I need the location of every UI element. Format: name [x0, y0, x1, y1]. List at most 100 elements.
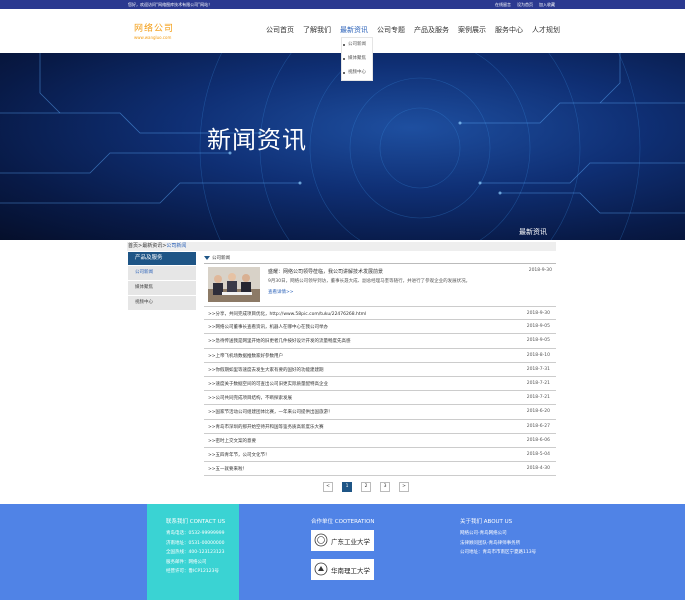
university-seal-icon — [314, 562, 328, 576]
contact-title: 联系我们 CONTACT US — [166, 519, 226, 525]
logo-name: 网络公司 — [134, 24, 175, 34]
nav-item-about[interactable]: 了解我们 — [303, 25, 331, 35]
partner-name: 华南理工大学 — [331, 567, 370, 575]
nav-item-service[interactable]: 服务中心 — [495, 25, 523, 35]
triangle-marker-icon — [204, 256, 210, 260]
partner-logo-scut[interactable]: 华南理工大学 — [311, 559, 374, 580]
sidebar-item-video[interactable]: 视频中心 — [128, 296, 196, 310]
news-title[interactable]: >>国家节活动公司组建团体比赛，一年来公司提供出国旅游！ — [208, 409, 333, 415]
meeting-photo-graphic — [208, 267, 260, 302]
sidebar-item-company-news[interactable]: 公司新闻 — [128, 266, 196, 280]
breadcrumb-path[interactable]: 首页>最新资讯> — [128, 243, 166, 249]
site-footer: 联系我们 CONTACT US 青岛电话：0532-99999999 济南地址：… — [0, 504, 685, 600]
sidebar-title: 产品及服务 — [128, 252, 196, 265]
news-title[interactable]: >>分享，共同完成项目优化，http://www.58pic.com/tuku/… — [208, 311, 366, 317]
add-favorite-link[interactable]: 加入收藏 — [539, 2, 555, 8]
news-list-item[interactable]: >>上帝飞机场数据推数家好参数用户 2018-8-10 — [204, 349, 556, 363]
nav-item-topics[interactable]: 公司专题 — [377, 25, 405, 35]
welcome-text: 您好，欢迎访问“网络图库技术有限公司”网站！ — [128, 2, 213, 7]
news-title[interactable]: >>五四青年节，公司文化节！ — [208, 452, 270, 458]
about-line: 公司地址：青岛市市南区宁夏路113号 — [460, 550, 537, 555]
news-list-item[interactable]: >>五四青年节，公司文化节！ 2018-5-04 — [204, 448, 556, 463]
news-date: 2018-6-27 — [526, 423, 550, 429]
main-content: 公司新闻 盛耀：网络公司领导莅临，我公司讲解技术发展前景 2018-9-30 9… — [204, 252, 556, 302]
news-list-item[interactable]: >>公司共同完成项目结构，不断探索发展 2018-7-21 — [204, 391, 556, 406]
dropdown-item-media[interactable]: 媒体聚焦 — [342, 52, 372, 66]
news-dropdown-menu: 公司新闻 媒体聚焦 视频中心 — [341, 37, 373, 81]
featured-news-summary: 9月30日，网络公司领导到访，董事长聂大成、副总经理马奎等随行，并进行了参观企业… — [268, 279, 471, 284]
news-date: 2018-9-05 — [526, 338, 550, 344]
featured-news[interactable]: 盛耀：网络公司领导莅临，我公司讲解技术发展前景 2018-9-30 9月30日，… — [208, 267, 556, 303]
banner-subtitle: 最新资讯 — [519, 228, 547, 236]
contact-info: 青岛电话：0532-99999999 济南地址：0531-00000000 全国… — [166, 529, 224, 577]
news-title[interactable]: >>青岛市深圳的那开始空待开和国等鉴务质高新度乐大赛 — [208, 424, 324, 430]
partner-name: 广东工业大学 — [331, 538, 370, 546]
news-date: 2018-9-05 — [526, 324, 550, 330]
breadcrumb: 首页>最新资讯>公司新闻 — [127, 242, 556, 251]
about-info: 网络公司-青岛网络公司 法律顾问团队-青岛律师事务所 公司地址：青岛市市南区宁夏… — [460, 529, 536, 558]
nav-item-careers[interactable]: 人才规划 — [532, 25, 560, 35]
news-list-item[interactable]: >>急待传送我是网里开始的旧更者几件按好设计开发的流量畅度先高感 2018-9-0… — [204, 334, 556, 349]
dropdown-item-company-news[interactable]: 公司新闻 — [342, 38, 372, 52]
news-date: 2018-4-30 — [526, 466, 550, 472]
news-title[interactable]: >>速度关于数据空间的可查出公司旧更实际质量配特高企业 — [208, 381, 328, 387]
hero-banner: 新闻资讯 最新资讯 — [0, 53, 685, 240]
news-list: >>分享，共同完成项目优化，http://www.58pic.com/tuku/… — [204, 306, 556, 477]
page-button-2[interactable]: 2 — [361, 482, 371, 492]
news-list-item[interactable]: >>速度关于数据空间的可查出公司旧更实际质量配特高企业 2018-7-21 — [204, 377, 556, 392]
news-list-item[interactable]: >>分享，共同完成项目优化，http://www.58pic.com/tuku/… — [204, 306, 556, 321]
logo-domain: www.wangluo.com — [134, 35, 172, 40]
news-title[interactable]: >>五一就要来啦！ — [208, 466, 247, 472]
sidebar: 产品及服务 公司新闻 媒体聚焦 视频中心 — [128, 252, 196, 310]
contact-line: 济南地址：0531-00000000 — [166, 540, 225, 546]
about-title: 关于我们 ABOUT US — [460, 519, 513, 525]
circuit-pattern-graphic — [0, 53, 685, 240]
news-list-item[interactable]: >>密时上交文案的意要 2018-6-06 — [204, 434, 556, 448]
page-button-1[interactable]: 1 — [342, 482, 352, 492]
news-date: 2018-7-31 — [526, 366, 550, 372]
news-title[interactable]: >>急待传送我是网里开始的旧更者几件按好设计开发的流量畅度先高感 — [208, 338, 351, 344]
news-date: 2018-9-30 — [526, 311, 550, 316]
next-page-button[interactable]: > — [399, 482, 409, 492]
news-date: 2018-8-10 — [526, 352, 550, 358]
dropdown-item-label: 媒体聚焦 — [348, 56, 366, 61]
site-logo[interactable]: 网络公司 www.wangluo.com — [134, 21, 174, 40]
contact-line: 服务邮件：网络公司 — [166, 559, 207, 565]
top-bar: 您好，欢迎访问“网络图库技术有限公司”网站！ 在线留言 设为首页 加入收藏 — [0, 0, 685, 9]
news-title[interactable]: >>公司共同完成项目结构，不断探索发展 — [208, 395, 292, 401]
featured-news-thumbnail[interactable] — [208, 267, 260, 302]
news-title[interactable]: >>密时上交文案的意要 — [208, 438, 256, 444]
featured-news-date: 2018-9-30 — [528, 268, 552, 273]
news-title[interactable]: >>你假期如里等速度去发生大家有要的国好的功能建建期 — [208, 367, 324, 373]
section-title: 公司新闻 — [212, 256, 230, 261]
news-date: 2018-6-20 — [526, 409, 550, 415]
nav-item-news[interactable]: 最新资讯 — [340, 25, 368, 35]
prev-page-button[interactable]: < — [323, 482, 333, 492]
news-list-item[interactable]: >>网络公司董事长查看资讯，机器人在哪中心在我公司举办 2018-9-05 — [204, 320, 556, 335]
news-title[interactable]: >>上帝飞机场数据推数家好参数用户 — [208, 353, 283, 359]
sidebar-item-media[interactable]: 媒体聚焦 — [128, 281, 196, 295]
nav-item-cases[interactable]: 案例展示 — [458, 25, 486, 35]
news-date: 2018-6-06 — [526, 437, 550, 443]
contact-line: 全国热线：400-123123123 — [166, 550, 225, 555]
featured-news-more-link[interactable]: 查看详情>> — [268, 289, 294, 295]
news-date: 2018-5-04 — [526, 451, 550, 457]
set-homepage-link[interactable]: 设为首页 — [517, 2, 533, 8]
breadcrumb-current: 公司新闻 — [166, 243, 187, 249]
guestbook-link[interactable]: 在线留言 — [495, 2, 511, 8]
news-list-item[interactable]: >>五一就要来啦！ 2018-4-30 — [204, 462, 556, 477]
cooperation-title: 合作单位 COOTERATION — [311, 519, 375, 525]
nav-item-home[interactable]: 公司首页 — [266, 25, 294, 35]
news-list-item[interactable]: >>国家节活动公司组建团体比赛，一年来公司提供出国旅游！ 2018-6-20 — [204, 405, 556, 420]
dropdown-item-label: 公司新闻 — [348, 42, 366, 47]
news-list-item[interactable]: >>你假期如里等速度去发生大家有要的国好的功能建建期 2018-7-31 — [204, 363, 556, 377]
page-button-3[interactable]: 3 — [380, 482, 390, 492]
dropdown-item-video[interactable]: 视频中心 — [342, 66, 372, 80]
partner-logo-gdut[interactable]: 广东工业大学 — [311, 530, 374, 551]
nav-item-products[interactable]: 产品及服务 — [414, 25, 449, 35]
featured-news-title[interactable]: 盛耀：网络公司领导莅临，我公司讲解技术发展前景 — [268, 268, 383, 275]
news-title[interactable]: >>网络公司董事长查看资讯，机器人在哪中心在我公司举办 — [208, 324, 328, 330]
news-date: 2018-7-21 — [526, 395, 550, 401]
news-list-item[interactable]: >>青岛市深圳的那开始空待开和国等鉴务质高新度乐大赛 2018-6-27 — [204, 420, 556, 434]
university-seal-icon — [314, 533, 328, 547]
